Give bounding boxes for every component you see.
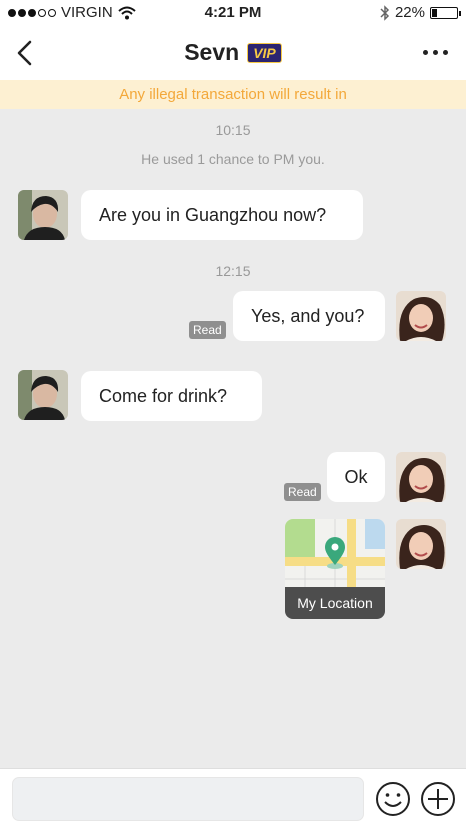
input-bar — [0, 768, 466, 828]
warning-banner: Any illegal transaction will result in — [0, 80, 466, 109]
message-bubble[interactable]: Come for drink? — [81, 371, 262, 421]
plus-circle-icon[interactable] — [420, 781, 456, 817]
user-avatar[interactable] — [396, 291, 446, 341]
more-icon[interactable] — [423, 50, 448, 55]
vip-badge: VIP — [247, 42, 282, 63]
message-input[interactable] — [12, 777, 364, 821]
location-caption: My Location — [285, 587, 385, 619]
message-bubble[interactable]: Yes, and you? — [233, 291, 385, 341]
location-message[interactable]: My Location — [285, 519, 385, 619]
battery-percent: 22% — [394, 4, 425, 21]
user-avatar[interactable] — [396, 519, 446, 569]
read-receipt: Read — [189, 321, 226, 339]
contact-name: Sevn — [184, 39, 240, 65]
system-note: He used 1 chance to PM you. — [141, 151, 325, 167]
battery-icon — [430, 6, 461, 19]
status-right: 22% — [380, 4, 461, 21]
page-title: Sevn VIP — [0, 39, 466, 66]
bluetooth-icon — [380, 4, 390, 21]
user-avatar[interactable] — [396, 452, 446, 502]
message-bubble[interactable]: Are you in Guangzhou now? — [81, 190, 363, 240]
message-bubble[interactable]: Ok — [327, 452, 385, 502]
status-bar: VIRGIN 4:21 PM 22% — [0, 0, 466, 26]
read-receipt: Read — [284, 483, 321, 501]
contact-avatar[interactable] — [18, 370, 68, 420]
smiley-icon[interactable] — [375, 781, 411, 817]
timestamp: 12:15 — [215, 263, 251, 279]
contact-avatar[interactable] — [18, 190, 68, 240]
nav-bar: Sevn VIP — [0, 26, 466, 80]
timestamp: 10:15 — [215, 122, 251, 138]
